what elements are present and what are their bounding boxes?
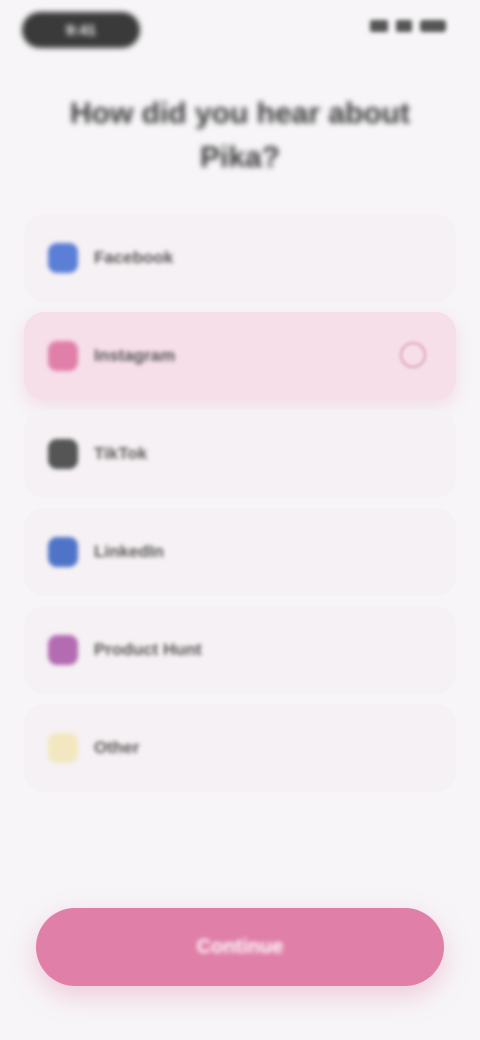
option-label: Instagram [94,346,176,365]
continue-button[interactable]: Continue [36,908,444,986]
check-icon [400,342,426,368]
wifi-icon [396,20,412,32]
status-bar: 9:41 [0,0,480,64]
option-product-hunt[interactable]: Product Hunt [24,606,456,694]
option-linkedin[interactable]: LinkedIn [24,508,456,596]
product-hunt-icon [48,635,78,665]
option-label: TikTok [94,444,148,463]
option-tiktok[interactable]: TikTok [24,410,456,498]
status-icons [370,20,446,32]
options-list: Facebook Instagram TikTok LinkedIn Produ… [24,214,456,802]
status-time: 9:41 [22,12,140,48]
battery-icon [420,20,446,32]
option-label: Other [94,738,140,757]
instagram-icon [48,341,78,371]
option-facebook[interactable]: Facebook [24,214,456,302]
other-icon [48,733,78,763]
continue-button-label: Continue [196,935,284,958]
page-title: How did you hear about Pika? [69,97,410,174]
option-label: LinkedIn [94,542,164,561]
option-instagram[interactable]: Instagram [24,312,456,400]
linkedin-icon [48,537,78,567]
option-other[interactable]: Other [24,704,456,792]
signal-icon [370,20,388,32]
facebook-icon [48,243,78,273]
tiktok-icon [48,439,78,469]
option-label: Facebook [94,248,174,267]
option-label: Product Hunt [94,640,202,659]
